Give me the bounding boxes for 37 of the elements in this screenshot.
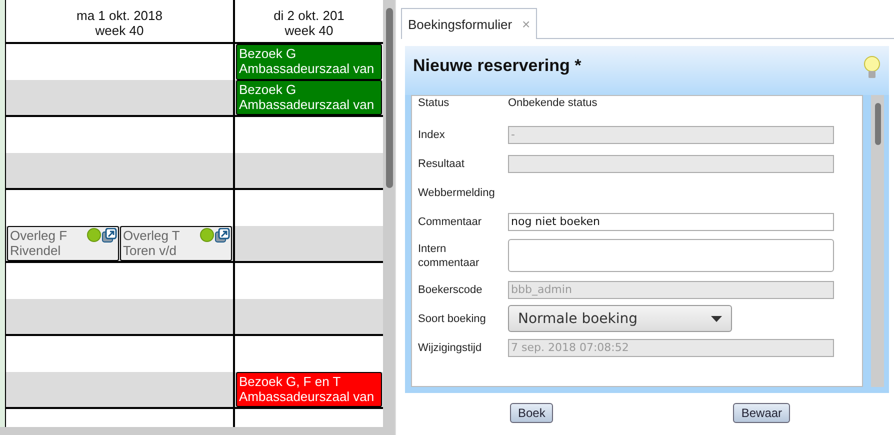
field-label: Intern commentaar [418, 242, 480, 270]
week-label: week 40 [95, 23, 144, 38]
field-label: Commentaar [418, 214, 483, 228]
status-dot-icon [200, 228, 214, 242]
scrollbar[interactable] [383, 0, 395, 427]
week-label: week 40 [284, 23, 334, 38]
dropdown[interactable]: Normale boeking [508, 305, 732, 332]
textarea-field[interactable] [508, 239, 834, 272]
form-button[interactable]: Boek [510, 403, 554, 423]
field-label: Index [418, 128, 446, 142]
calendar-event[interactable]: Bezoek G, F en T Ambassadeurszaal van [236, 372, 382, 407]
input-field[interactable]: nog niet boeken [508, 212, 834, 230]
field-label: Status [418, 96, 450, 110]
external-link-icon[interactable] [102, 228, 117, 243]
external-link-icon[interactable] [215, 228, 230, 243]
field-label: Wijzigingstijd [418, 340, 483, 354]
caret-icon [711, 316, 722, 322]
day-header: di 2 okt. 201 [274, 8, 344, 23]
scrollbar[interactable] [871, 95, 884, 387]
shaded-time-slot[interactable]: Overleg F Rivendel Overleg T Toren v/d [6, 226, 233, 261]
calendar-event[interactable]: Bezoek G Ambassadeurszaal van [236, 80, 382, 115]
calendar-event[interactable]: Overleg F Rivendel [7, 226, 119, 261]
form-button[interactable]: Bewaar [733, 403, 790, 423]
field-label: Resultaat [418, 156, 466, 170]
close-icon[interactable]: × [522, 16, 530, 32]
field-label: Webbermelding [418, 186, 496, 200]
horizontal-scrollbar[interactable] [0, 427, 395, 435]
day-header: ma 1 okt. 2018 [76, 8, 162, 23]
status-dot-icon [87, 228, 101, 242]
field-label: Boekerscode [418, 282, 484, 296]
tab[interactable]: Boekingsformulier × [401, 8, 538, 39]
field-label: Soort boeking [418, 312, 487, 326]
status-value: Onbekende status [508, 96, 598, 110]
lightbulb-icon[interactable] [863, 56, 881, 80]
form-title: Nieuwe reservering * [413, 56, 582, 76]
calendar-event[interactable]: Bezoek G Ambassadeurszaal van [236, 44, 382, 80]
calendar-event[interactable]: Overleg T Toren v/d [120, 226, 232, 261]
